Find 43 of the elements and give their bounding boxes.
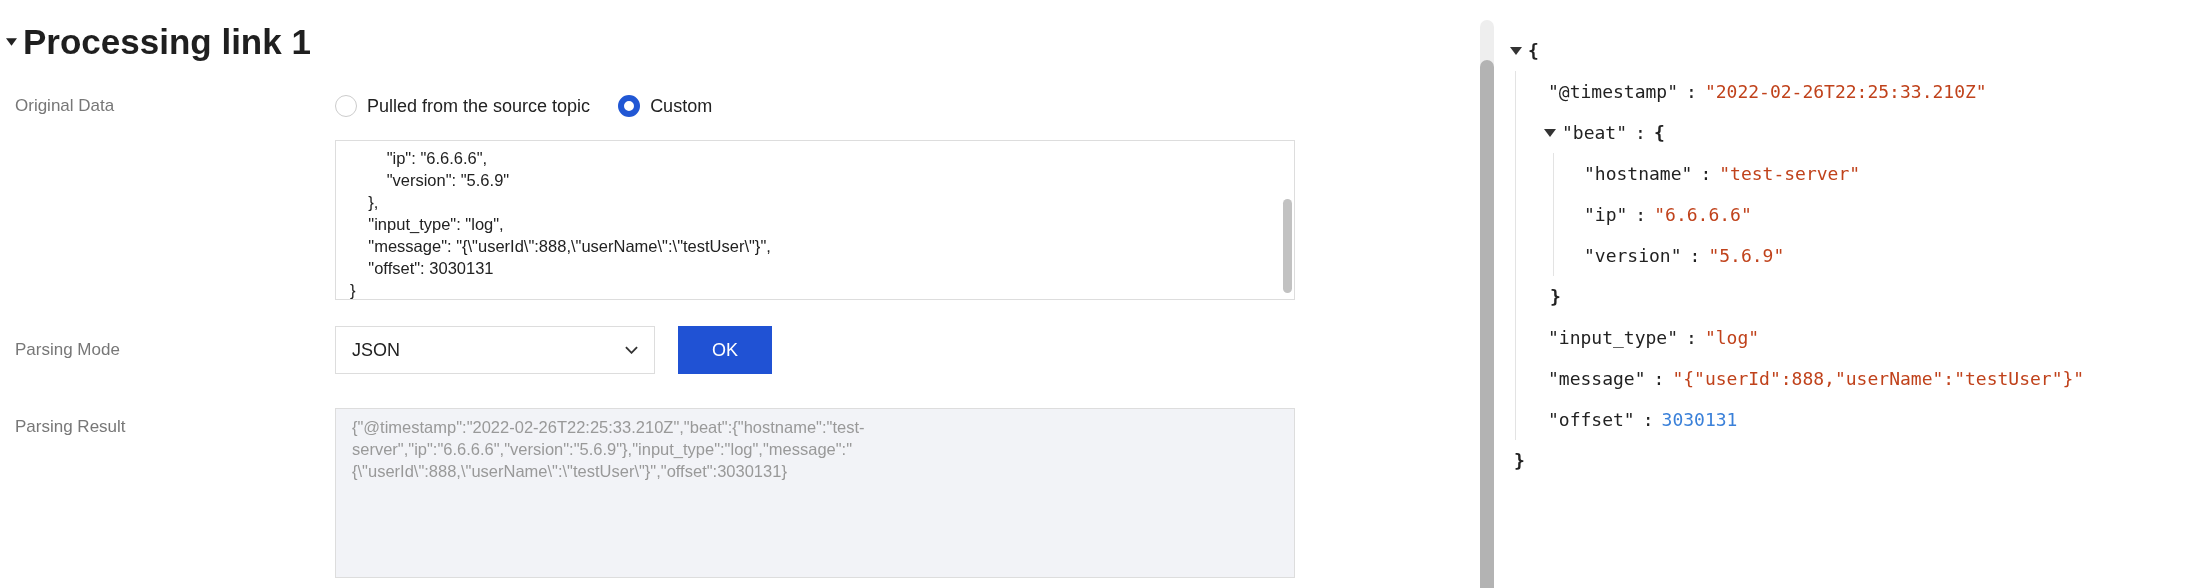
colon: : [1700,163,1712,184]
collapse-caret-icon[interactable] [1510,46,1522,55]
ok-button[interactable]: OK [678,326,772,374]
scrollbar-thumb[interactable] [1283,199,1292,293]
json-key: "message" [1548,368,1646,389]
scrollbar-thumb[interactable] [1480,60,1494,588]
json-key: "@timestamp" [1548,81,1679,102]
colon: : [1642,409,1654,430]
json-key: "hostname" [1584,163,1693,184]
colon: : [1635,122,1646,143]
json-key: "input_type" [1548,327,1679,348]
json-value: "5.6.9" [1708,245,1785,266]
collapse-caret-icon[interactable] [1544,128,1556,137]
field-label: Original Data [14,96,116,116]
colon: : [1653,368,1665,389]
radio-label[interactable]: Pulled from the source topic [367,95,591,117]
brace: } [1550,286,1561,307]
json-value: "{"userId":888,"userName":"testUser"}" [1672,368,2085,389]
colon: : [1686,81,1697,102]
json-key: "version" [1584,245,1682,266]
json-key: "offset" [1548,409,1635,430]
radio-label[interactable]: Custom [650,95,713,117]
json-value: "6.6.6.6" [1654,204,1752,225]
brace: { [1528,40,1539,61]
colon: : [1686,327,1697,348]
brace: } [1514,450,1525,471]
section-title: Processing link 1 [23,22,311,62]
text-area[interactable]: "ip": "6.6.6.6", "version": "5.6.9" }, "input_type": "log", "message": "{\"userId\":888,\"userName\":\"testUser\"}", "offset": 3030131 } [335,140,1295,300]
colon: : [1689,245,1701,266]
brace: { [1653,122,1665,143]
json-value: 3030131 [1661,409,1738,430]
json-key: "beat" [1562,122,1628,143]
field-label: Parsing Result [14,416,127,438]
json-value: "test-server" [1719,163,1861,184]
json-key: "ip" [1584,204,1628,225]
radio-button[interactable] [618,95,641,117]
json-value: "log" [1704,327,1760,348]
collapse-caret-icon[interactable] [6,38,17,46]
format-dropdown[interactable]: JSON [335,326,655,374]
field-label: Parsing Mode [14,340,121,360]
json-value: "2022-02-26T22:25:33.210Z" [1704,81,1987,102]
colon: : [1635,204,1647,225]
chevron-down-icon [625,346,638,354]
